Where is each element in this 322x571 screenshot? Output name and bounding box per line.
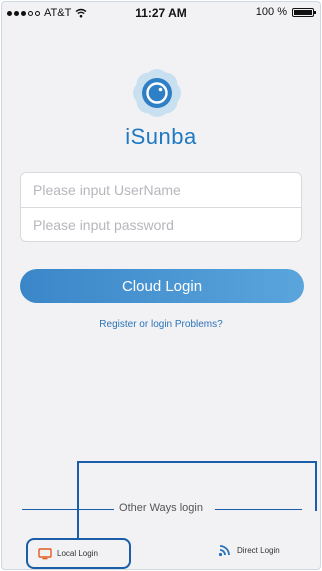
direct-login-button[interactable]: Direct Login xyxy=(218,543,280,557)
login-form xyxy=(20,172,302,242)
password-input[interactable] xyxy=(21,208,301,241)
username-input[interactable] xyxy=(21,173,301,207)
status-right: 100 % xyxy=(255,6,316,18)
app-logo-icon xyxy=(133,69,181,117)
callout-line xyxy=(77,461,79,539)
phone-screen: AT&T 11:27 AM 100 % iSunba Please input … xyxy=(1,1,321,570)
cloud-login-button[interactable]: Cloud Login xyxy=(20,269,304,303)
local-login-button[interactable]: Local Login xyxy=(26,538,131,569)
direct-login-label: Direct Login xyxy=(237,545,280,555)
register-problems-link[interactable]: Register or login Problems? xyxy=(2,319,320,330)
other-ways-title: Other Ways login xyxy=(119,502,203,514)
app-name-title: iSunba xyxy=(125,124,197,149)
wireless-signal-icon xyxy=(218,545,230,557)
local-login-label: Local Login xyxy=(57,549,98,558)
monitor-icon xyxy=(38,547,52,559)
battery-icon xyxy=(292,7,316,17)
callout-line xyxy=(77,461,317,463)
status-bar: AT&T 11:27 AM 100 % xyxy=(2,2,320,24)
battery-percent: 100 % xyxy=(255,6,287,18)
